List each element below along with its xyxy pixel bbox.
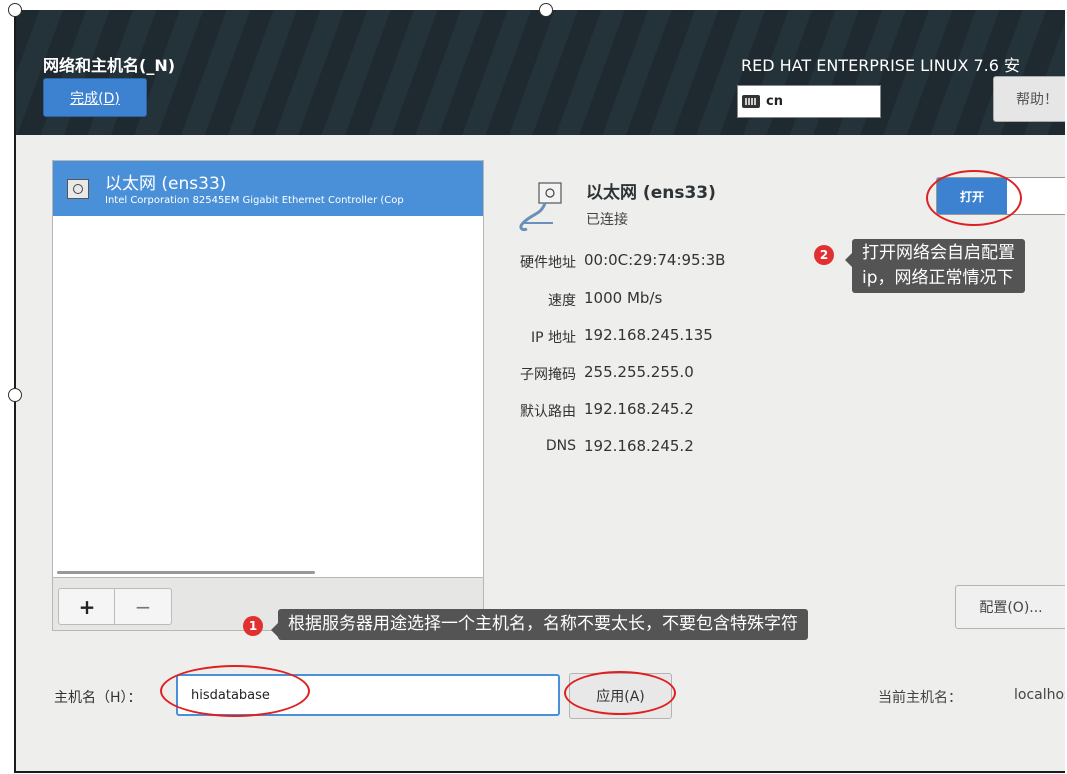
field-label-dns: DNS xyxy=(545,438,576,454)
network-wired-icon xyxy=(67,179,89,199)
product-name: RED HAT ENTERPRISE LINUX 7.6 安 xyxy=(741,56,1021,75)
field-label-ip: IP 地址 xyxy=(530,330,576,346)
help-button[interactable]: 帮助！ xyxy=(993,76,1065,122)
page-title: 网络和主机名(_N) xyxy=(43,56,176,75)
detail-title: 以太网 (ens33) xyxy=(586,183,716,203)
keyboard-layout-label: cn xyxy=(766,94,783,109)
header-bar: 网络和主机名(_N) 完成(D) RED HAT ENTERPRISE LINU… xyxy=(16,10,1065,135)
connection-status: 已连接 xyxy=(586,212,628,228)
horizontal-scrollbar[interactable] xyxy=(57,571,315,574)
remove-connection-button[interactable]: − xyxy=(114,588,172,625)
add-connection-button[interactable]: + xyxy=(58,588,116,625)
field-value-netmask: 255.255.255.0 xyxy=(584,363,694,381)
field-value-dns: 192.168.245.2 xyxy=(584,437,694,455)
annotation-tooltip-2: 打开网络会自启配置 ip，网络正常情况下 xyxy=(845,239,1025,293)
configure-button[interactable]: 配置(O)... xyxy=(955,585,1065,629)
field-label-speed: 速度 xyxy=(548,293,576,309)
keyboard-layout-indicator[interactable]: cn xyxy=(737,85,881,118)
annotation-tooltip-1: 根据服务器用途选择一个主机名，名称不要太长，不要包含特殊字符 xyxy=(271,609,808,640)
annotation-badge-1: 1 xyxy=(243,616,263,636)
field-label-mac: 硬件地址 xyxy=(520,255,576,271)
connection-list: 以太网 (ens33) Intel Corporation 82545EM Gi… xyxy=(52,160,484,630)
highlight-toggle-ellipse xyxy=(926,170,1022,226)
resize-handle-top[interactable] xyxy=(539,3,553,17)
resize-handle-corner[interactable] xyxy=(8,3,22,17)
resize-handle-left[interactable] xyxy=(8,388,22,402)
done-button[interactable]: 完成(D) xyxy=(43,78,147,117)
annotation-badge-2: 2 xyxy=(814,245,834,265)
ethernet-device-icon xyxy=(519,182,562,231)
field-label-gateway: 默认路由 xyxy=(520,404,576,420)
installer-window: 网络和主机名(_N) 完成(D) RED HAT ENTERPRISE LINU… xyxy=(14,10,1065,773)
current-hostname-label: 当前主机名： xyxy=(878,690,962,706)
highlight-apply-ellipse xyxy=(564,671,676,715)
field-value-ip: 192.168.245.135 xyxy=(584,326,713,344)
list-item-ens33[interactable]: 以太网 (ens33) Intel Corporation 82545EM Gi… xyxy=(53,161,483,216)
current-hostname-value: localhost xyxy=(1014,687,1065,703)
field-value-gateway: 192.168.245.2 xyxy=(584,400,694,418)
annotation-2-line1: 打开网络会自启配置 xyxy=(862,243,1015,263)
hostname-label: 主机名（H）： xyxy=(54,690,142,706)
connection-description: Intel Corporation 82545EM Gigabit Ethern… xyxy=(105,195,404,206)
highlight-hostname-ellipse xyxy=(160,665,310,717)
connection-name: 以太网 (ens33) xyxy=(105,174,227,194)
keyboard-icon xyxy=(742,95,760,108)
field-label-netmask: 子网掩码 xyxy=(520,367,576,383)
annotation-2-line2: ip，网络正常情况下 xyxy=(862,268,1014,288)
field-value-speed: 1000 Mb/s xyxy=(584,289,663,307)
field-value-mac: 00:0C:29:74:95:3B xyxy=(584,251,726,269)
